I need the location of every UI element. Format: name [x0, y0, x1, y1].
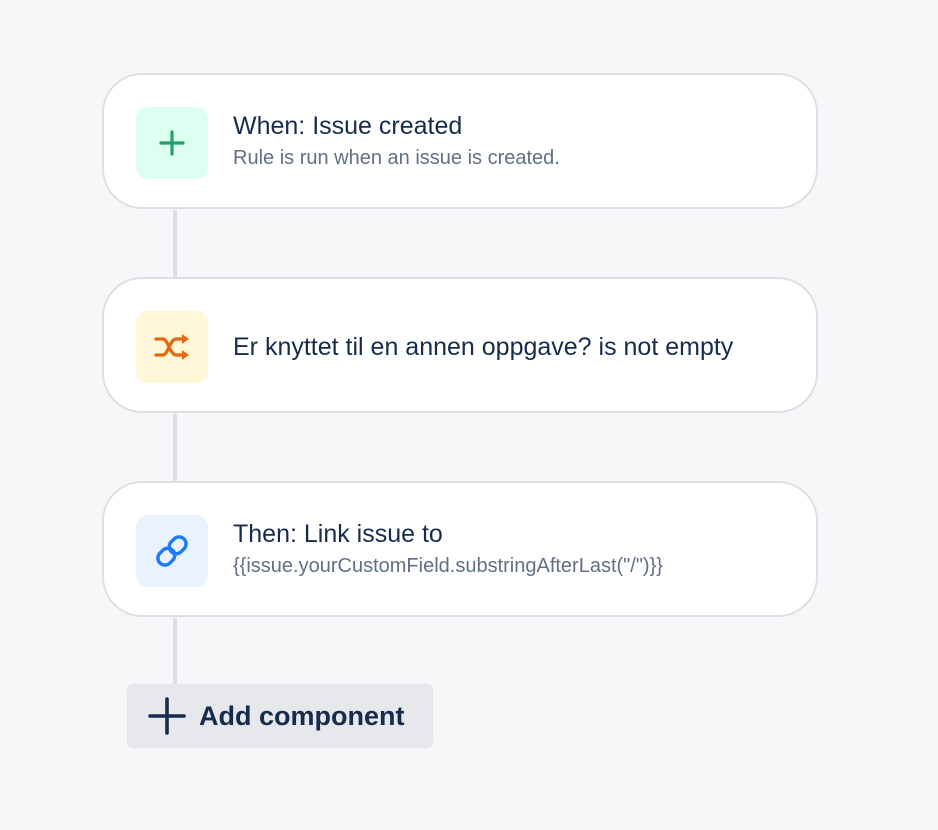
component-title: Then: Link issue to: [233, 520, 443, 548]
condition-icon-box: [136, 311, 208, 383]
link-icon: [156, 535, 188, 567]
plus-icon: [159, 130, 185, 156]
add-component-button[interactable]: Add component: [127, 684, 433, 748]
component-title: Er knyttet til en annen oppgave? is not …: [233, 333, 734, 361]
branch-shuffle-icon: [154, 334, 189, 360]
condition-component-card[interactable]: Er knyttet til en annen oppgave? is not …: [102, 277, 818, 413]
plus-icon: [147, 696, 187, 736]
flow-connector-line: [173, 210, 177, 278]
trigger-component-card[interactable]: When: Issue created Rule is run when an …: [102, 73, 818, 209]
component-description: {{issue.yourCustomField.substringAfterLa…: [233, 555, 663, 577]
component-title: When: Issue created: [233, 112, 463, 140]
action-component-card[interactable]: Then: Link issue to {{issue.yourCustomFi…: [102, 481, 818, 617]
add-component-label: Add component: [199, 700, 405, 731]
component-description: Rule is run when an issue is created.: [233, 147, 560, 169]
trigger-icon-box: [136, 107, 208, 179]
flow-connector-line: [173, 618, 177, 686]
action-icon-box: [136, 515, 208, 587]
flow-connector-line: [173, 414, 177, 482]
